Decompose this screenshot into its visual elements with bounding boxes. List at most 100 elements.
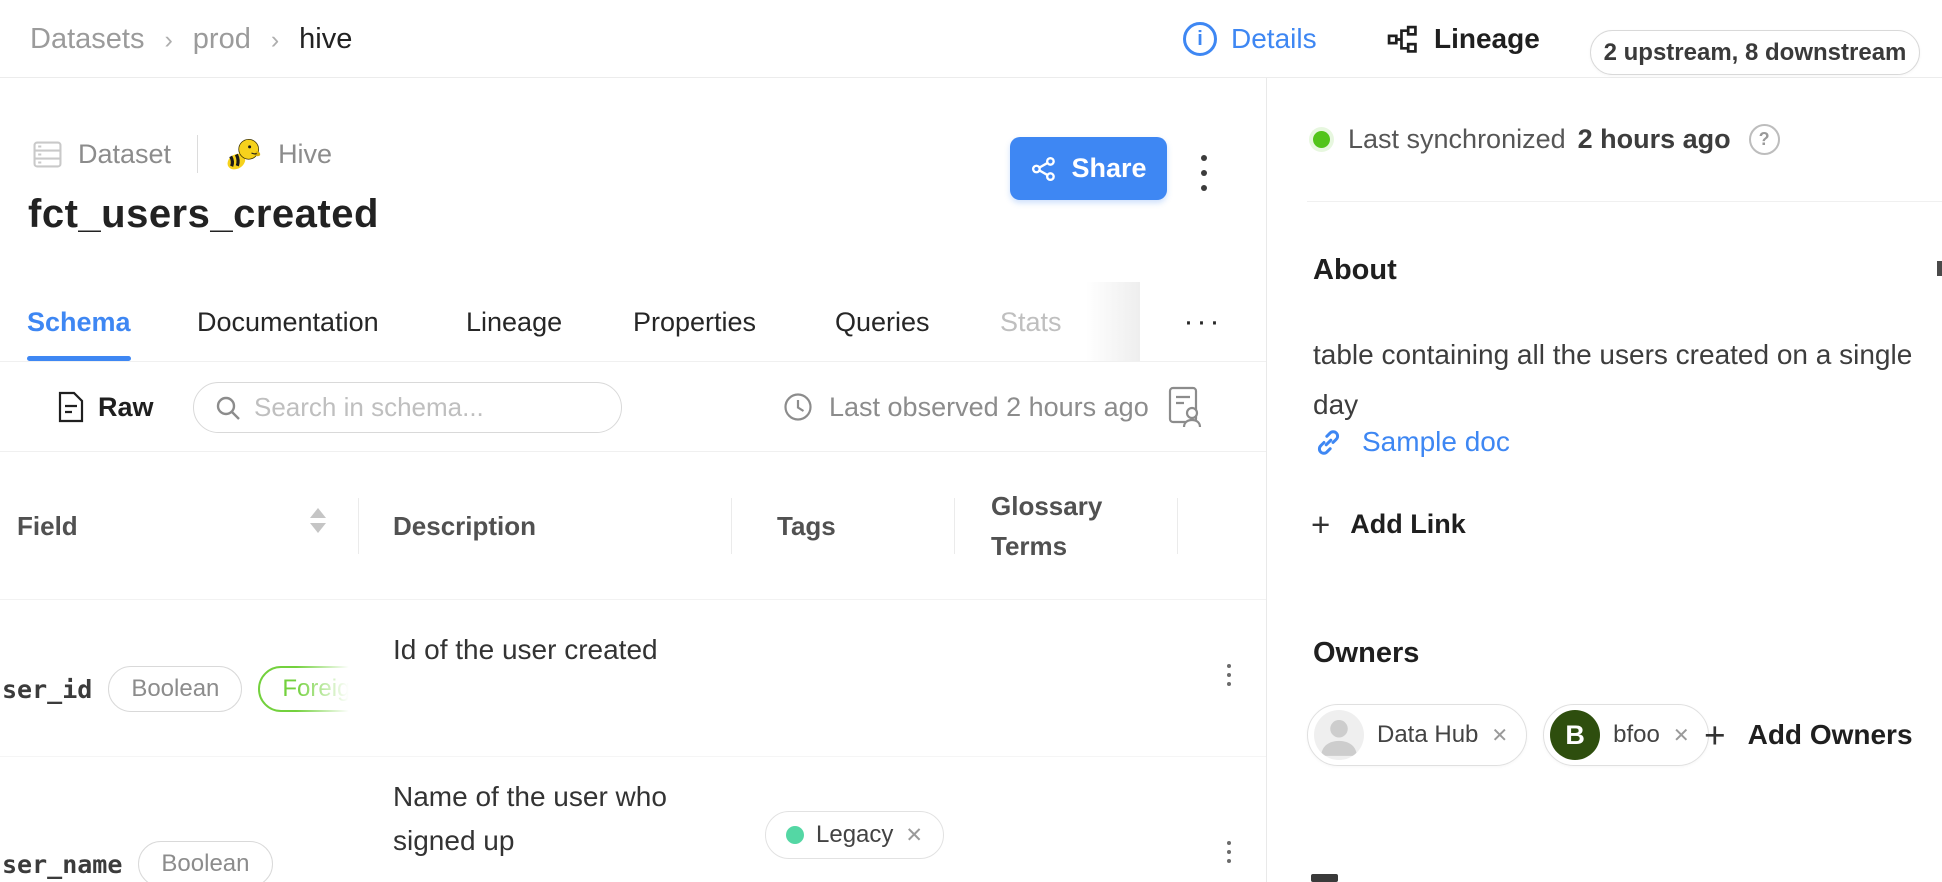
column-divider <box>1177 498 1178 554</box>
tag-color-dot <box>786 826 804 844</box>
last-observed-status: Last observed 2 hours ago <box>783 362 1149 452</box>
add-link-label: Add Link <box>1350 509 1466 540</box>
owners-section-title: Owners <box>1313 637 1419 670</box>
table-row: ser_name Boolean Name of the user who si… <box>0 757 1266 882</box>
info-circle-icon: i <box>1183 22 1217 56</box>
lineage-graph-icon <box>1387 24 1418 55</box>
lineage-summary-pill[interactable]: 2 upstream, 8 downstream <box>1590 30 1920 75</box>
owners-list: Data Hub ✕ B bfoo ✕ <box>1307 704 1709 766</box>
lineage-summary-text: 2 upstream, 8 downstream <box>1604 39 1907 67</box>
tab-schema[interactable]: Schema <box>27 282 131 362</box>
owner-avatar: B <box>1550 710 1600 760</box>
raw-toggle-button[interactable]: Raw <box>58 362 154 452</box>
tab-queries[interactable]: Queries <box>835 282 930 362</box>
clipped-next-section-heading <box>1311 874 1338 882</box>
breadcrumb-prod[interactable]: prod <box>193 23 251 56</box>
tab-documentation[interactable]: Documentation <box>197 282 379 362</box>
column-divider <box>954 498 955 554</box>
entity-type-row: Dataset Hive <box>33 132 332 176</box>
breadcrumb: Datasets › prod › hive <box>30 0 352 78</box>
owner-pill-bfoo[interactable]: B bfoo ✕ <box>1543 704 1708 766</box>
breadcrumb-hive: hive <box>299 23 352 56</box>
top-bar: Datasets › prod › hive i Details Lineage… <box>0 0 1942 78</box>
breadcrumb-separator: › <box>164 24 172 55</box>
details-label: Details <box>1231 23 1317 55</box>
more-tabs-button[interactable]: ··· <box>1140 282 1266 361</box>
clock-icon <box>783 392 813 422</box>
more-options-kebab-icon[interactable] <box>1197 151 1211 195</box>
column-divider <box>731 498 732 554</box>
entity-type-label: Dataset <box>78 139 171 170</box>
sync-status-dot <box>1313 131 1330 148</box>
platform-label[interactable]: Hive <box>278 139 332 170</box>
breadcrumb-separator: › <box>271 24 279 55</box>
lineage-label: Lineage <box>1434 23 1540 55</box>
field-cell: ser_id Boolean Foreign Ke <box>0 600 362 756</box>
schema-toolbar: Raw Last observed 2 hours ago <box>0 362 1266 452</box>
owner-name: bfoo <box>1613 721 1660 749</box>
sample-doc-label: Sample doc <box>1362 426 1510 458</box>
remove-owner-icon[interactable]: ✕ <box>1673 723 1690 748</box>
column-header-field: Field <box>17 452 78 600</box>
details-button[interactable]: i Details <box>1183 0 1317 78</box>
share-label: Share <box>1071 153 1146 184</box>
question-circle-icon[interactable]: ? <box>1749 124 1780 155</box>
entity-main-panel: Dataset Hive fct_users_created Share <box>0 78 1266 882</box>
last-observed-text: Last observed 2 hours ago <box>829 392 1149 423</box>
raw-label: Raw <box>98 392 154 423</box>
add-link-button[interactable]: + Add Link <box>1311 499 1466 549</box>
sidebar-divider <box>1307 201 1942 202</box>
remove-owner-icon[interactable]: ✕ <box>1491 723 1508 748</box>
column-divider <box>358 498 359 554</box>
row-menu-icon[interactable] <box>1223 660 1235 690</box>
field-name: ser_id <box>2 675 92 704</box>
search-input[interactable] <box>254 392 604 423</box>
tab-stats: Stats <box>1000 282 1062 362</box>
table-row: ser_id Boolean Foreign Ke Id of the user… <box>0 600 1266 757</box>
sort-field-icon[interactable] <box>310 508 326 533</box>
raw-document-icon <box>58 391 84 423</box>
sync-time: 2 hours ago <box>1578 124 1731 155</box>
dataset-table-icon <box>33 141 62 168</box>
field-type-pill: Boolean <box>108 666 242 712</box>
column-header-glossary-terms: Glossary Terms <box>991 452 1131 600</box>
audit-history-icon[interactable] <box>1168 386 1202 429</box>
add-owners-label: Add Owners <box>1748 719 1913 751</box>
entity-tabs: Schema Documentation Lineage Properties … <box>0 282 1266 362</box>
entity-sidebar: Last synchronized 2 hours ago ? About ta… <box>1266 78 1942 882</box>
hive-platform-icon <box>224 137 262 171</box>
owner-name: Data Hub <box>1377 721 1478 749</box>
edit-about-icon[interactable] <box>1937 261 1942 276</box>
tab-lineage[interactable]: Lineage <box>466 282 562 362</box>
entity-title: fct_users_created <box>28 192 379 237</box>
breadcrumb-datasets[interactable]: Datasets <box>30 23 144 56</box>
tabs-scroll-fade <box>1086 282 1140 361</box>
sample-doc-link[interactable]: Sample doc <box>1313 417 1510 467</box>
type-divider <box>197 135 198 173</box>
column-header-description: Description <box>393 452 536 600</box>
schema-table-header: Field Description Tags Glossary Terms <box>0 452 1266 600</box>
share-button[interactable]: Share <box>1010 137 1167 200</box>
plus-icon: + <box>1704 717 1726 754</box>
tag-pill[interactable]: Legacy ✕ <box>765 811 944 859</box>
field-description: Id of the user created <box>393 634 658 666</box>
about-description: table containing all the users created o… <box>1313 330 1942 430</box>
field-cell: ser_name Boolean <box>0 757 362 882</box>
field-type-pill: Boolean <box>138 841 272 882</box>
plus-icon: + <box>1311 508 1330 541</box>
about-section-title: About <box>1313 254 1397 287</box>
share-icon <box>1030 155 1058 183</box>
row-menu-icon[interactable] <box>1223 837 1235 867</box>
search-icon <box>214 394 242 422</box>
tab-properties[interactable]: Properties <box>633 282 756 362</box>
add-owners-button[interactable]: + Add Owners <box>1704 704 1913 766</box>
lineage-button[interactable]: Lineage <box>1387 0 1540 78</box>
remove-tag-icon[interactable]: ✕ <box>905 823 923 848</box>
field-name: ser_name <box>2 850 122 879</box>
field-description: Name of the user who signed up <box>393 775 713 863</box>
active-tab-underline <box>27 356 131 361</box>
last-synchronized-row: Last synchronized 2 hours ago ? <box>1313 78 1780 201</box>
sync-label: Last synchronized <box>1348 124 1566 155</box>
owner-pill-datahub[interactable]: Data Hub ✕ <box>1307 704 1527 766</box>
schema-search-box <box>193 382 622 433</box>
